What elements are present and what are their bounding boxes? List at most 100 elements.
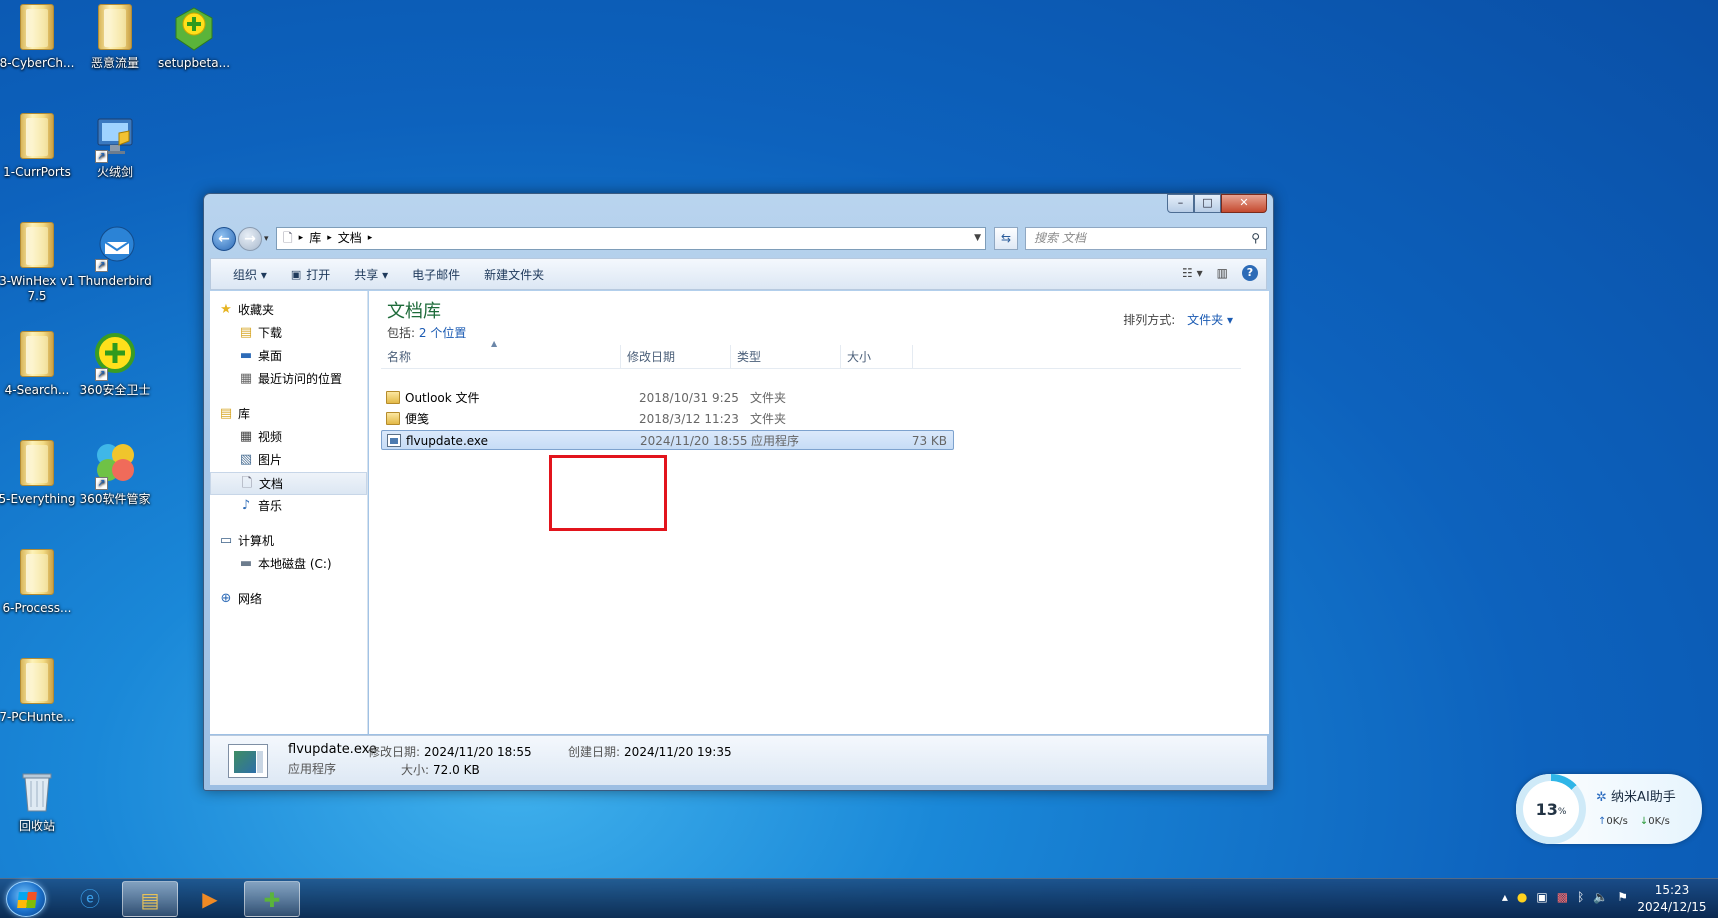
breadcrumb-separator-icon[interactable]: ▸	[368, 228, 373, 249]
address-dropdown-icon[interactable]: ▼	[974, 228, 981, 249]
folder-icon	[20, 331, 54, 377]
desktop-icon-folder[interactable]: 恶意流量	[76, 4, 154, 71]
nav-label: 图片	[258, 453, 283, 467]
includes-locations-link[interactable]: 2 个位置	[419, 326, 466, 340]
desktop-icon-folder[interactable]: 8-CyberCh...	[0, 4, 76, 71]
column-size[interactable]: 大小	[841, 345, 913, 369]
file-row[interactable]: Outlook 文件 2018/10/31 9:25 文件夹	[381, 388, 954, 408]
nano-ai-widget[interactable]: 13% ✲ 纳米AI助手 ↑0K/s ↓0K/s	[1516, 774, 1702, 844]
desktop-icon-folder[interactable]: 1-CurrPorts	[0, 113, 76, 180]
desktop-icon-label: 恶意流量	[90, 56, 139, 70]
breadcrumb-separator-icon[interactable]: ▸	[299, 228, 304, 249]
desktop-icon: ▬	[239, 348, 253, 363]
maximize-button[interactable]: □	[1194, 194, 1221, 213]
arrange-by-dropdown[interactable]: 文件夹 ▾	[1187, 313, 1233, 327]
back-button[interactable]: ←	[212, 227, 236, 251]
network-error-icon[interactable]: ▩	[1557, 890, 1568, 904]
usage-unit: %	[1557, 807, 1567, 817]
nav-downloads[interactable]: ▤ 下载	[210, 322, 367, 345]
desktop-icon-360-safe[interactable]: ↗ 360安全卫士	[76, 331, 154, 398]
refresh-button[interactable]: ⇆	[994, 227, 1018, 250]
explorer-window: – □ ✕ ← → ▾ 🗋 ▸ 库 ▸ 文档 ▸ ▼ ⇆ 搜索 文档 ⚲ 组织 …	[203, 193, 1274, 791]
nav-libraries[interactable]: ▤ 库	[210, 403, 367, 426]
desktop-icon-label: 3-WinHex v17.5	[0, 274, 75, 303]
desktop-icon-folder[interactable]: 6-Process...	[0, 549, 76, 616]
action-center-icon[interactable]: ⚑	[1617, 890, 1628, 904]
desktop-icon-recycle-bin[interactable]: 回收站	[0, 767, 76, 834]
360-tray-icon[interactable]: ●	[1517, 890, 1527, 904]
taskbar-internet-explorer[interactable]: ⓔ	[62, 881, 118, 917]
nav-recent[interactable]: ▦ 最近访问的位置	[210, 368, 367, 391]
open-label: 打开	[306, 267, 331, 282]
column-label: 类型	[737, 350, 762, 364]
nav-local-disk[interactable]: ▬ 本地磁盘 (C:)	[210, 553, 367, 576]
file-row-selected[interactable]: flvupdate.exe 2024/11/20 18:55 应用程序 73 K…	[381, 430, 954, 450]
address-row: ← → ▾ 🗋 ▸ 库 ▸ 文档 ▸ ▼ ⇆ 搜索 文档 ⚲	[210, 226, 1267, 252]
view-options-icon[interactable]: ☷ ▾	[1182, 266, 1203, 280]
desktop-icon-folder[interactable]: 7-PCHunte...	[0, 658, 76, 725]
nav-label: 音乐	[258, 499, 283, 513]
column-type[interactable]: 类型	[731, 345, 841, 369]
folder-icon	[98, 4, 132, 50]
address-bar[interactable]: 🗋 ▸ 库 ▸ 文档 ▸ ▼	[276, 227, 986, 250]
desktop-icon-360-softmgr[interactable]: ↗ 360软件管家	[76, 440, 154, 507]
folder-icon	[386, 412, 400, 425]
show-hidden-icons-icon[interactable]: ▴	[1502, 890, 1508, 904]
open-button[interactable]: ▣ 打开	[279, 266, 342, 283]
volume-icon[interactable]: 🔈	[1593, 890, 1608, 904]
desktop-icon-folder[interactable]: 4-Search...	[0, 331, 76, 398]
taskbar-360-setup[interactable]: ✚	[244, 881, 300, 917]
share-button[interactable]: 共享 ▾	[342, 266, 400, 283]
details-key: 大小:	[401, 763, 430, 777]
desktop-icon-huorongjian[interactable]: ↗ 火绒剑	[76, 113, 154, 180]
nav-documents[interactable]: 🗋 文档	[210, 472, 367, 495]
nav-videos[interactable]: ▦ 视频	[210, 426, 367, 449]
clock[interactable]: 15:23 2024/12/15	[1634, 882, 1710, 916]
taskbar-media-player[interactable]: ▶	[182, 881, 238, 917]
executable-icon	[387, 434, 401, 447]
breadcrumb-library[interactable]: 库	[309, 228, 321, 249]
desktop-icon-setup[interactable]: setupbeta...	[155, 4, 233, 71]
nav-computer[interactable]: ▭ 计算机	[210, 530, 367, 553]
desktop-icon-folder[interactable]: 5-Everything	[0, 440, 76, 507]
desktop-icon-label: Thunderbird	[78, 274, 152, 288]
ai-logo-icon: ✲	[1596, 790, 1607, 805]
search-placeholder: 搜索 文档	[1034, 231, 1086, 245]
nav-music[interactable]: ♪ 音乐	[210, 495, 367, 518]
close-button[interactable]: ✕	[1221, 194, 1267, 213]
organize-button[interactable]: 组织 ▾	[221, 266, 279, 283]
breadcrumb-separator-icon[interactable]: ▸	[327, 228, 332, 249]
column-headers: 名称 ▲ 修改日期 类型 大小	[381, 339, 1241, 369]
help-icon[interactable]: ?	[1242, 265, 1258, 281]
huorong-tray-icon[interactable]: ▣	[1536, 890, 1547, 904]
search-icon[interactable]: ⚲	[1251, 228, 1260, 249]
shortcut-arrow-icon: ↗	[95, 259, 108, 272]
recent-pages-dropdown[interactable]: ▾	[264, 234, 269, 244]
column-name[interactable]: 名称	[381, 345, 621, 369]
breadcrumb-documents[interactable]: 文档	[338, 228, 362, 249]
minimize-button[interactable]: –	[1167, 194, 1194, 213]
nav-network[interactable]: ⊕ 网络	[210, 588, 367, 611]
column-modified[interactable]: 修改日期	[621, 345, 731, 369]
media-player-icon: ▶	[202, 887, 218, 911]
bluetooth-icon[interactable]: ᛒ	[1577, 890, 1584, 904]
recent-places-icon: ▦	[239, 371, 253, 386]
file-row[interactable]: 便笺 2018/3/12 11:23 文件夹	[381, 409, 954, 429]
star-icon: ★	[220, 302, 232, 317]
forward-button[interactable]: →	[238, 227, 262, 251]
file-list-pane: 文档库 包括: 2 个位置 排列方式: 文件夹 ▾ 名称 ▲ 修改日期 类型 大…	[369, 291, 1269, 734]
start-button[interactable]	[6, 881, 46, 917]
search-input[interactable]: 搜索 文档 ⚲	[1025, 227, 1267, 250]
new-folder-button[interactable]: 新建文件夹	[472, 266, 556, 283]
nav-pictures[interactable]: ▧ 图片	[210, 449, 367, 472]
details-value: 2024/11/20 19:35	[624, 745, 732, 759]
desktop-icon-folder[interactable]: 3-WinHex v17.5	[0, 222, 76, 304]
nav-favorites[interactable]: ★ 收藏夹	[210, 299, 367, 322]
usage-percent: 13	[1535, 799, 1558, 819]
email-button[interactable]: 电子邮件	[400, 266, 472, 283]
file-modified: 2018/10/31 9:25	[639, 391, 739, 405]
taskbar-explorer[interactable]: ▤	[122, 881, 178, 917]
preview-pane-icon[interactable]: ▥	[1217, 266, 1228, 280]
desktop-icon-thunderbird[interactable]: ↗ Thunderbird	[76, 222, 154, 289]
nav-desktop[interactable]: ▬ 桌面	[210, 345, 367, 368]
